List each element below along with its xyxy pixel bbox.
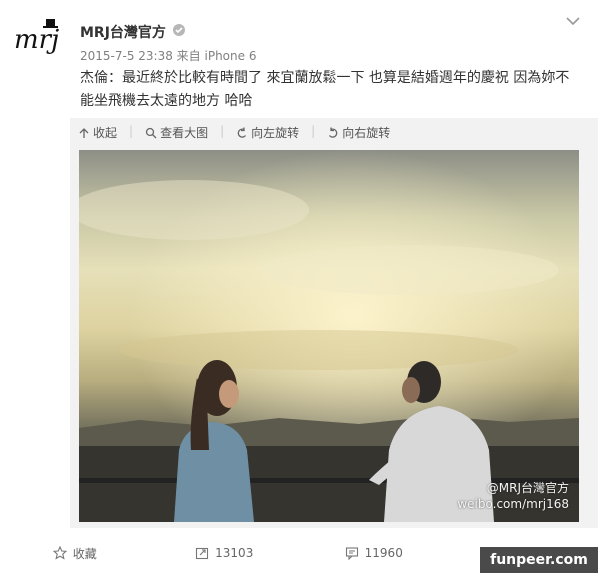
post-photo[interactable]: @MRJ台灣官方 weibo.com/mrj168 [79, 150, 579, 522]
svg-text:mrj: mrj [14, 25, 59, 55]
rotate-right-icon [329, 127, 338, 138]
rotate-right-button[interactable]: 向右旋转 [327, 124, 390, 141]
collapse-label: 收起 [93, 126, 118, 140]
avatar[interactable]: mrj [12, 14, 64, 64]
rotate-left-button[interactable]: 向左旋转 [236, 124, 299, 141]
weibo-post: mrj MRJ台灣官方 2015-7-5 23:38 来自 iPhone 6 杰… [0, 0, 598, 573]
repost-icon [196, 547, 209, 560]
photo-scene [79, 150, 579, 522]
media-card: 收起 | 查看大图 | 向左旋转 | 向右旋转 @MRJ台灣官方 weibo.c… [70, 118, 598, 528]
arrow-up-icon [79, 127, 89, 138]
comment-button[interactable]: 11960 [299, 538, 449, 568]
watermark-line-2: weibo.com/mrj168 [457, 497, 569, 511]
rotate-left-label: 向左旋转 [251, 126, 300, 140]
site-watermark: funpeer.com [480, 547, 598, 573]
search-icon [145, 127, 157, 138]
rotate-right-label: 向右旋转 [342, 126, 391, 140]
comment-icon [345, 547, 358, 560]
verified-badge-icon [173, 24, 185, 36]
username[interactable]: MRJ台灣官方 [80, 22, 166, 42]
repost-button[interactable]: 13103 [150, 538, 300, 568]
divider: | [129, 124, 134, 138]
divider: | [311, 124, 316, 138]
repost-count: 13103 [215, 546, 254, 560]
watermark-line-1: @MRJ台灣官方 [486, 481, 569, 495]
post-text: 杰倫：最近終於比較有時間了 來宜蘭放鬆一下 也算是結婚週年的慶祝 因為妳不能坐飛… [80, 70, 570, 109]
chevron-down-icon[interactable] [566, 16, 580, 26]
rotate-left-icon [237, 127, 247, 138]
collapse-button[interactable]: 收起 [78, 124, 117, 141]
favorite-button[interactable]: 收藏 [0, 538, 150, 568]
view-large-button[interactable]: 查看大图 [145, 124, 208, 141]
view-large-label: 查看大图 [160, 126, 209, 140]
photo-watermark: @MRJ台灣官方 weibo.com/mrj168 [457, 480, 569, 512]
divider: | [220, 124, 225, 138]
comment-count: 11960 [364, 546, 403, 560]
media-toolbar: 收起 | 查看大图 | 向左旋转 | 向右旋转 [78, 124, 390, 141]
star-icon [52, 546, 67, 560]
post-meta: 2015-7-5 23:38 来自 iPhone 6 [80, 49, 257, 63]
favorite-label: 收藏 [72, 546, 97, 561]
